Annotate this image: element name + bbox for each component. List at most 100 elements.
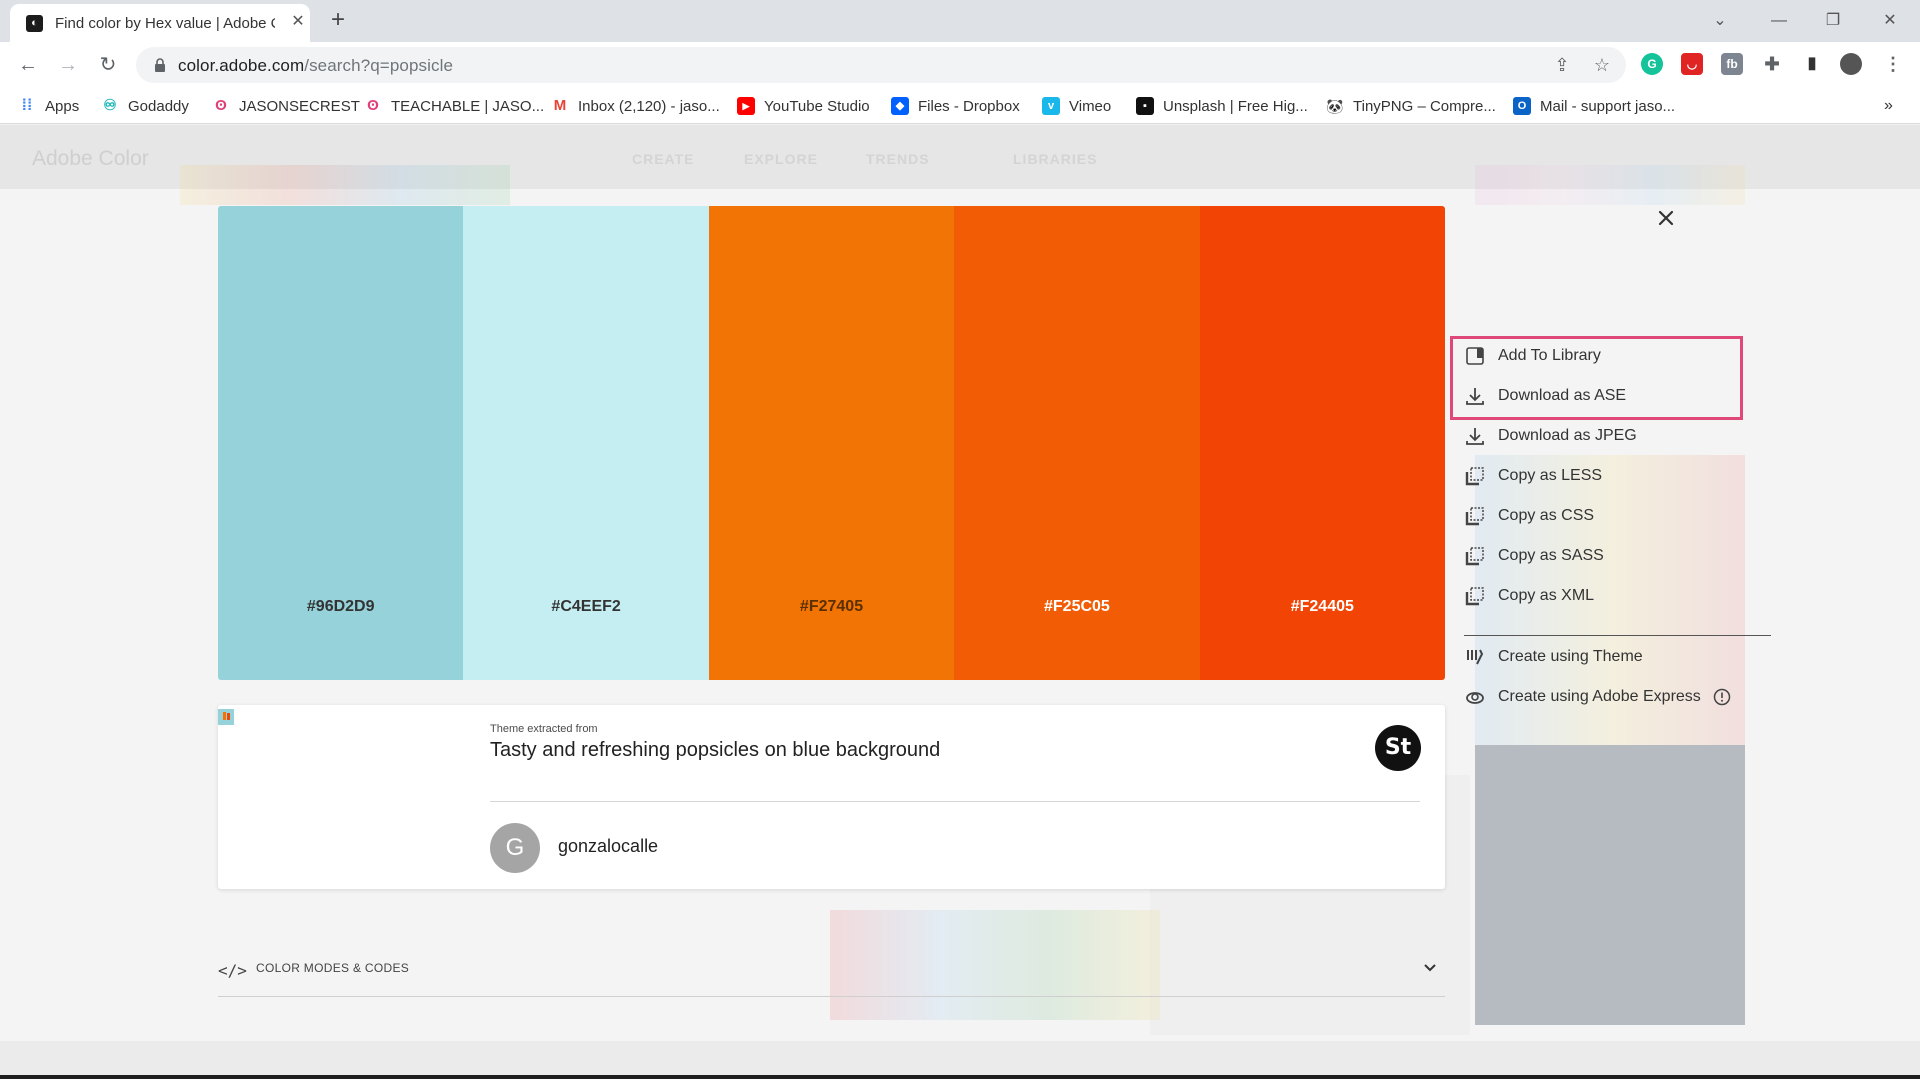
theme-icon xyxy=(1464,646,1486,668)
menu-item-label: Copy as LESS xyxy=(1498,467,1603,484)
bookmark-godaddy[interactable]: ♾ Godaddy xyxy=(101,96,189,116)
copy-less-button[interactable]: Copy as LESS xyxy=(1464,462,1602,490)
bookmark-star-icon[interactable]: ☆ xyxy=(1592,55,1612,75)
creative-cloud-icon xyxy=(1464,686,1486,708)
bookmark-tinypng[interactable]: 🐼 TinyPNG – Compre... xyxy=(1326,96,1496,116)
restore-icon[interactable]: ❐ xyxy=(1822,10,1844,32)
bookmark-gmail[interactable]: M Inbox (2,120) - jaso... xyxy=(551,96,720,116)
extensions-puzzle-icon[interactable]: ✚ xyxy=(1761,53,1783,75)
bookmarks-overflow-icon[interactable]: » xyxy=(1884,96,1893,116)
menu-item-label: Copy as XML xyxy=(1498,587,1595,604)
window-close-icon[interactable]: ✕ xyxy=(1879,10,1901,32)
menu-item-label: Copy as SASS xyxy=(1498,547,1604,564)
share-icon[interactable]: ⇪ xyxy=(1552,55,1572,75)
download-jpeg-button[interactable]: Download as JPEG xyxy=(1464,422,1637,450)
bookmark-unsplash[interactable]: ▪ Unsplash | Free Hig... xyxy=(1136,96,1308,116)
color-modes-label: COLOR MODES & CODES xyxy=(256,961,410,975)
browser-tab[interactable]: ◐ Find color by Hex value | Adobe Color … xyxy=(10,4,310,42)
dropbox-icon: ◆ xyxy=(891,97,909,115)
download-icon xyxy=(1464,385,1486,407)
bookmark-youtube-studio[interactable]: ▶ YouTube Studio xyxy=(737,96,870,116)
copy-xml-button[interactable]: Copy as XML xyxy=(1464,582,1594,610)
adobe-stock-icon[interactable]: St xyxy=(1375,725,1421,771)
outlook-icon: O xyxy=(1513,97,1531,115)
unsplash-icon: ▪ xyxy=(1136,97,1154,115)
bookmark-vimeo[interactable]: v Vimeo xyxy=(1042,96,1111,116)
reload-icon[interactable]: ↻ xyxy=(96,53,120,77)
screen: ◐ Find color by Hex value | Adobe Color … xyxy=(0,0,1920,1079)
bookmark-label: JASONSECREST xyxy=(239,97,360,115)
nav-create: CREATE xyxy=(632,151,695,167)
swatch-hex-label[interactable]: #F24405 xyxy=(1200,598,1445,616)
swatch-hex-label[interactable]: #96D2D9 xyxy=(218,598,463,616)
theme-extracted-from-label: Theme extracted from xyxy=(490,723,598,735)
menu-item-label: Add To Library xyxy=(1498,347,1601,364)
tab-close-icon[interactable]: ✕ xyxy=(288,12,308,32)
url-text: color.adobe.com/search?q=popsicle xyxy=(178,56,453,76)
page-footer xyxy=(0,1041,1920,1079)
close-icon[interactable] xyxy=(1652,204,1680,232)
color-modes-accordion[interactable]: </> COLOR MODES & CODES xyxy=(218,955,1445,997)
add-to-library-button[interactable]: Add To Library xyxy=(1464,342,1601,370)
info-icon[interactable] xyxy=(1713,688,1731,706)
nav-explore: EXPLORE xyxy=(744,151,818,167)
tab-title: Find color by Hex value | Adobe Color xyxy=(55,15,275,32)
color-swatch[interactable]: #F24405 xyxy=(1199,206,1445,680)
nav-libraries: LIBRARIES xyxy=(1013,151,1098,167)
forward-arrow-icon[interactable]: → xyxy=(56,53,80,77)
nav-trends: TRENDS xyxy=(866,151,930,167)
youtube-icon: ▶ xyxy=(737,97,755,115)
profile-avatar-icon[interactable] xyxy=(1840,53,1862,75)
color-swatch[interactable]: #C4EEF2 xyxy=(463,206,709,680)
bookmark-dropbox[interactable]: ◆ Files - Dropbox xyxy=(891,96,1020,116)
color-swatch[interactable]: #F25C05 xyxy=(954,206,1200,680)
menu-item-label: Download as ASE xyxy=(1498,387,1627,404)
tab-search-icon[interactable]: ⌄ xyxy=(1709,10,1731,32)
side-panel-icon[interactable]: ▮ xyxy=(1801,53,1823,75)
copy-sass-button[interactable]: Copy as SASS xyxy=(1464,542,1604,570)
bookmark-label: Mail - support jaso... xyxy=(1540,97,1676,115)
fb-extension-icon[interactable]: fb xyxy=(1721,53,1743,75)
godaddy-icon: ♾ xyxy=(103,97,117,114)
chevron-down-icon[interactable] xyxy=(1421,959,1439,977)
create-using-adobe-express-button[interactable]: Create using Adobe Express xyxy=(1464,683,1731,711)
source-thumbnail-image[interactable] xyxy=(218,709,234,725)
gmail-icon: M xyxy=(553,97,567,114)
background-palette xyxy=(1475,165,1745,205)
pocket-extension-icon[interactable]: ◡ xyxy=(1681,53,1703,75)
author-name[interactable]: gonzalocalle xyxy=(558,836,658,857)
address-bar[interactable]: color.adobe.com/search?q=popsicle ⇪ ☆ xyxy=(136,47,1626,83)
bookmark-teachable[interactable]: ʘ TEACHABLE | JASO... xyxy=(364,96,544,116)
swatch-hex-label[interactable]: #C4EEF2 xyxy=(463,598,708,616)
card-divider xyxy=(490,801,1420,802)
minimize-icon[interactable]: — xyxy=(1768,10,1790,32)
copy-css-button[interactable]: Copy as CSS xyxy=(1464,502,1594,530)
new-tab-button[interactable]: + xyxy=(326,8,350,32)
copy-icon xyxy=(1464,505,1486,527)
bookmark-label: Apps xyxy=(45,97,80,115)
menu-item-label: Create using Adobe Express xyxy=(1498,688,1701,705)
color-swatch[interactable]: #96D2D9 xyxy=(218,206,464,680)
menu-divider xyxy=(1464,635,1771,636)
browser-menu-icon[interactable]: ⋮ xyxy=(1882,53,1904,75)
back-arrow-icon[interactable]: ← xyxy=(16,53,40,77)
swatch-hex-label[interactable]: #F25C05 xyxy=(954,598,1199,616)
bookmark-apps[interactable]: ⁞⁞ Apps xyxy=(18,96,80,116)
copy-icon xyxy=(1464,545,1486,567)
bookmark-jasonsecrest[interactable]: ʘ JASONSECREST xyxy=(212,96,360,116)
download-ase-button[interactable]: Download as ASE xyxy=(1464,382,1626,410)
grammarly-extension-icon[interactable]: G xyxy=(1641,53,1663,75)
bookmark-label: TinyPNG – Compre... xyxy=(1353,97,1496,115)
background-palette xyxy=(180,165,510,205)
avatar[interactable]: G xyxy=(490,823,540,873)
lock-icon xyxy=(155,58,165,72)
create-using-theme-button[interactable]: Create using Theme xyxy=(1464,643,1643,671)
source-image-title[interactable]: Tasty and refreshing popsicles on blue b… xyxy=(490,739,940,762)
adobe-color-favicon-icon: ◐ xyxy=(26,15,43,32)
menu-item-label: Download as JPEG xyxy=(1498,427,1637,444)
color-swatch[interactable]: #F27405 xyxy=(708,206,955,680)
library-icon xyxy=(1464,345,1486,367)
bookmark-outlook[interactable]: O Mail - support jaso... xyxy=(1513,96,1675,116)
download-icon xyxy=(1464,425,1486,447)
swatch-hex-label[interactable]: #F27405 xyxy=(709,598,954,616)
